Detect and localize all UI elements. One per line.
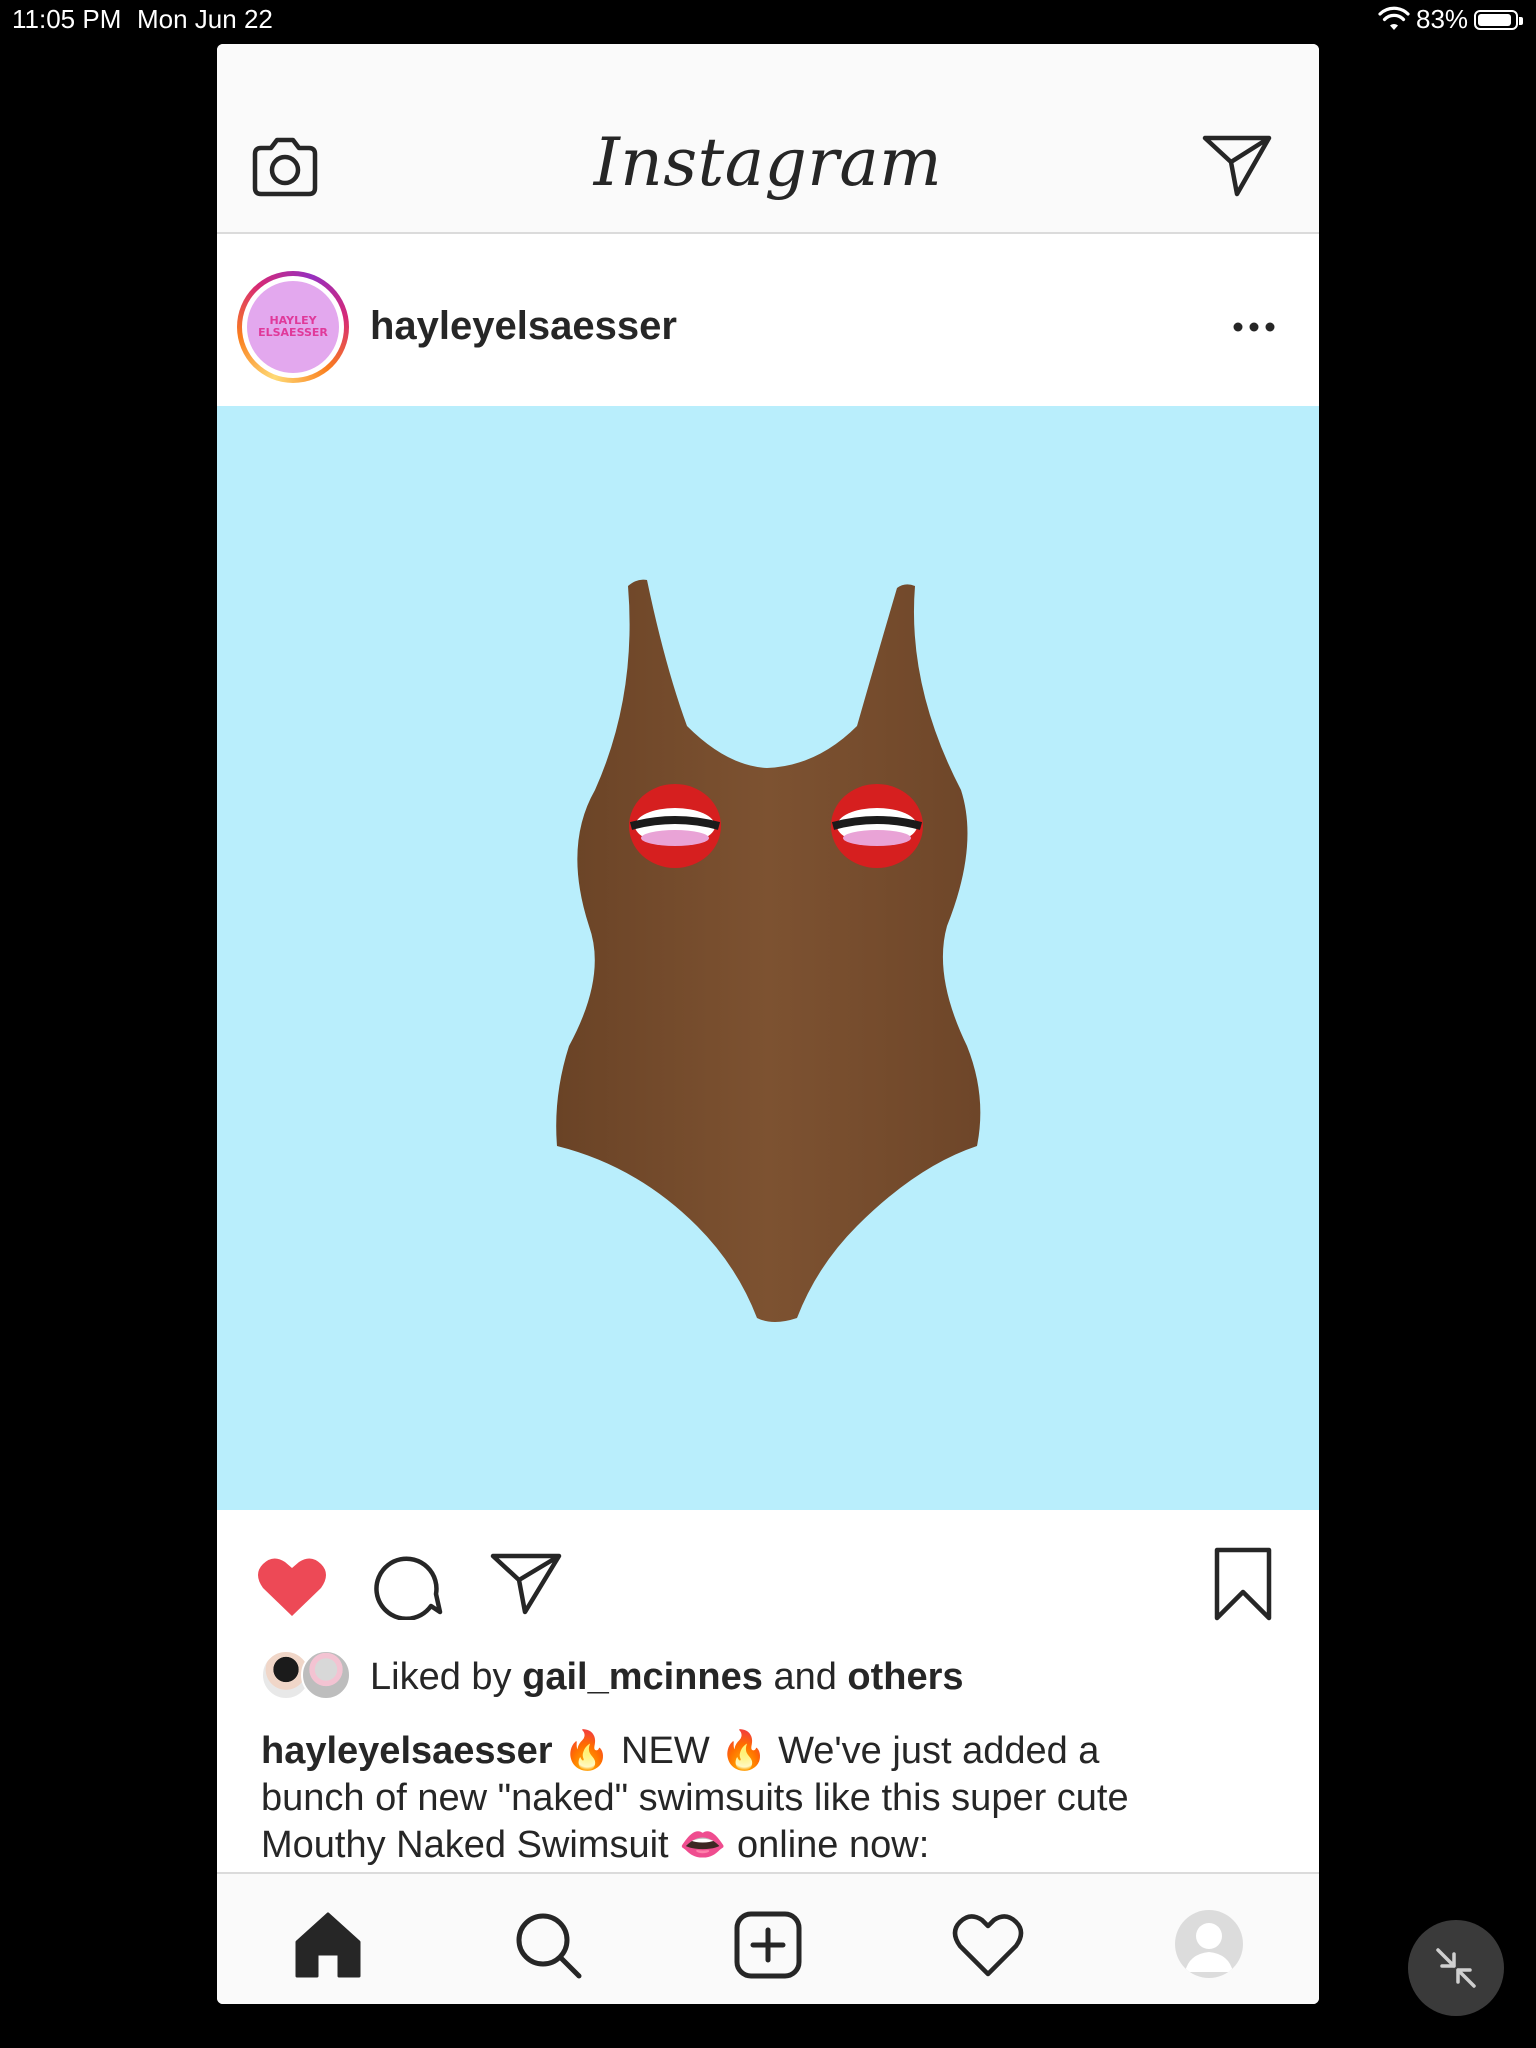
- profile-icon[interactable]: [1175, 1910, 1243, 1978]
- caption-line3: Mouthy Naked Swimsuit 👄 online now:: [261, 1824, 930, 1866]
- liker-username[interactable]: gail_mcinnes: [522, 1656, 763, 1698]
- bottom-tab-bar: [217, 1872, 1319, 2004]
- avatar-logo: HAYLEY ELSAESSER: [247, 281, 339, 373]
- search-icon[interactable]: [511, 1908, 585, 1982]
- caption-username[interactable]: hayleyelsaesser: [261, 1730, 553, 1772]
- status-date: Mon Jun 22: [137, 4, 273, 34]
- profile-silhouette-icon: [1185, 1923, 1233, 1972]
- likes-conjunction: and: [773, 1656, 837, 1698]
- app-title: Instagram: [593, 124, 943, 201]
- likes-others[interactable]: others: [847, 1656, 963, 1698]
- comment-icon[interactable]: [373, 1550, 443, 1620]
- instagram-app: Instagram HAYLEY ELSAESSER hayleyelsaess…: [217, 44, 1319, 2004]
- share-icon[interactable]: [489, 1550, 563, 1616]
- liker-avatar: [301, 1650, 351, 1700]
- swimsuit-image: [556, 579, 981, 1322]
- more-icon[interactable]: [1231, 311, 1277, 343]
- post-actions: [217, 1510, 1319, 1660]
- story-ring[interactable]: HAYLEY ELSAESSER: [237, 271, 349, 383]
- likes-summary[interactable]: Liked by gail_mcinnes and others: [370, 1656, 964, 1699]
- caption-line2: bunch of new "naked" swimsuits like this…: [261, 1777, 1129, 1819]
- top-navigation-bar: Instagram: [217, 44, 1319, 234]
- wifi-icon: [1378, 6, 1410, 30]
- status-time: 11:05 PM: [12, 4, 122, 34]
- battery-percent: 83%: [1416, 4, 1469, 34]
- status-bar: 11:05 PM Mon Jun 22 83%: [0, 0, 1536, 40]
- heart-filled-icon[interactable]: [255, 1552, 329, 1620]
- post-username[interactable]: hayleyelsaesser: [370, 304, 677, 349]
- minimize-icon: [1436, 1948, 1476, 1988]
- add-post-icon[interactable]: [731, 1908, 805, 1982]
- heart-outline-icon[interactable]: [951, 1908, 1025, 1982]
- battery-icon: [1474, 10, 1523, 30]
- avatar[interactable]: HAYLEY ELSAESSER: [242, 276, 344, 378]
- minimize-button[interactable]: [1408, 1920, 1504, 2016]
- post-caption: hayleyelsaesser 🔥 NEW 🔥 We've just added…: [261, 1728, 1291, 1869]
- post-image[interactable]: [217, 406, 1319, 1510]
- bookmark-icon[interactable]: [1211, 1546, 1275, 1622]
- home-icon[interactable]: [291, 1908, 365, 1982]
- avatar-text-line2: ELSAESSER: [258, 326, 328, 339]
- liker-avatars[interactable]: [261, 1650, 357, 1702]
- caption-line1: 🔥 NEW 🔥 We've just added a: [563, 1730, 1100, 1772]
- likes-prefix: Liked by: [370, 1656, 512, 1698]
- direct-message-icon[interactable]: [1201, 132, 1273, 198]
